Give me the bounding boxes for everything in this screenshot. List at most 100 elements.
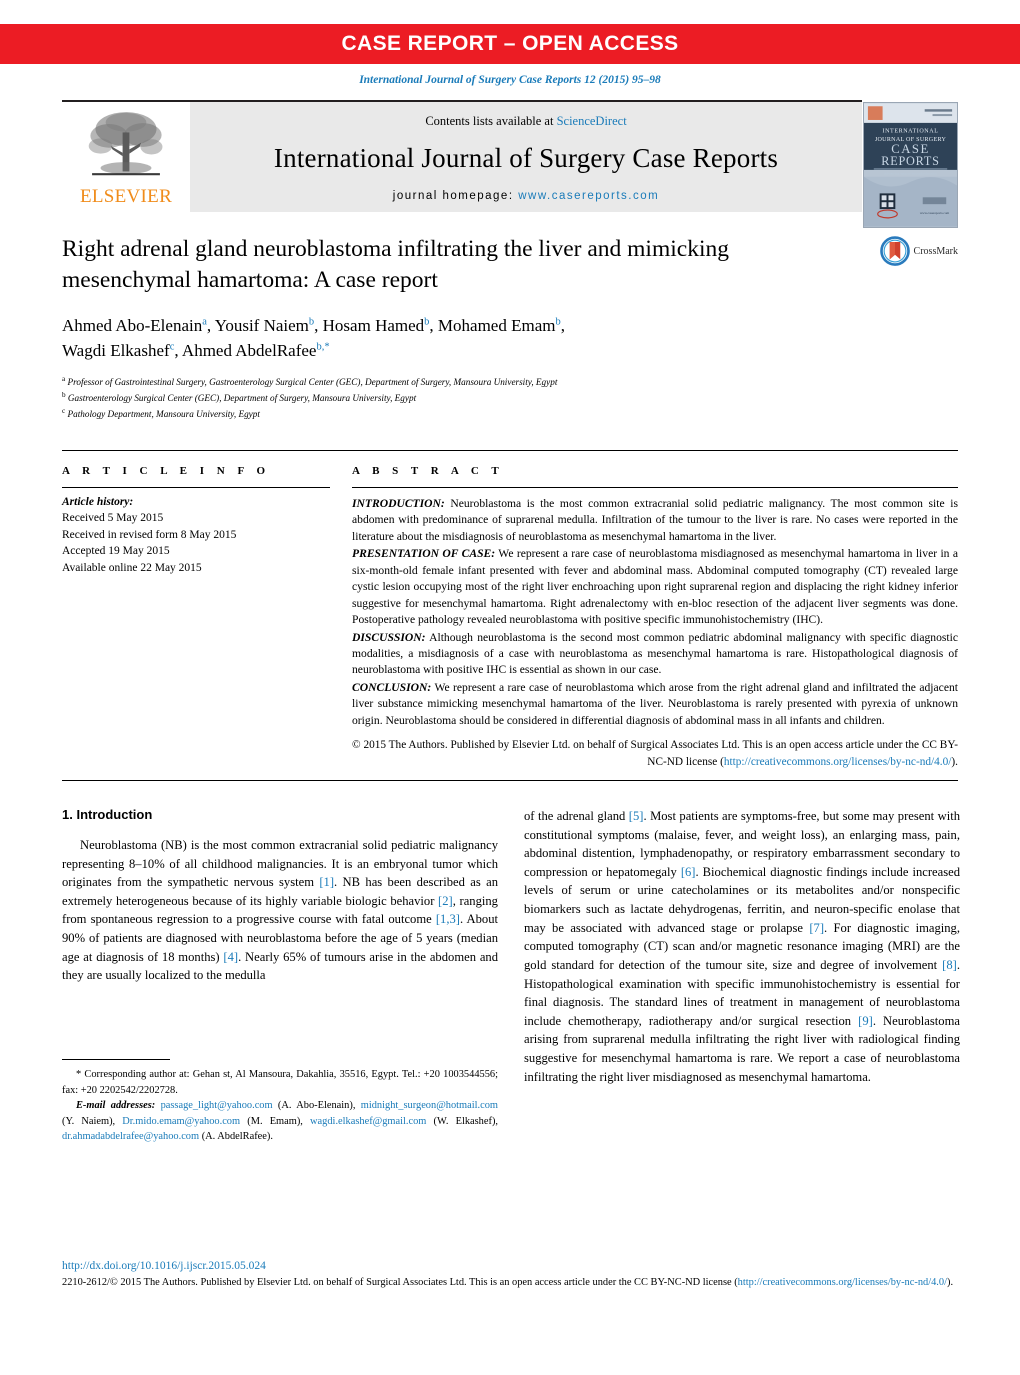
email-link[interactable]: dr.ahmadabdelrafee@yahoo.com — [62, 1131, 199, 1142]
author-name: Ahmed AbdelRafee — [181, 341, 317, 361]
abstract-paragraph-text: Although neuroblastoma is the second mos… — [352, 630, 958, 677]
introduction-paragraph-right: of the adrenal gland [5]. Most patients … — [524, 807, 960, 1086]
citation-link[interactable]: [7] — [809, 921, 824, 935]
abstract-paragraph: DISCUSSION: Although neuroblastoma is th… — [352, 630, 958, 679]
doi-link[interactable]: http://dx.doi.org/10.1016/j.ijscr.2015.0… — [62, 1260, 958, 1272]
author-name: Ahmed Abo-Elenain — [62, 315, 203, 335]
homepage-url-link[interactable]: www.casereports.com — [518, 190, 659, 202]
article-history-item: Available online 22 May 2015 — [62, 561, 202, 574]
author-affiliation-mark: b — [424, 316, 430, 328]
contents-prefix: Contents lists available at — [425, 114, 557, 128]
author-affiliation-mark: b — [555, 316, 561, 328]
affiliation-item: b Gastroenterology Surgical Center (GEC)… — [62, 390, 958, 406]
affiliation-text: Professor of Gastrointestinal Surgery, G… — [65, 377, 558, 388]
article-history-item: Accepted 19 May 2015 — [62, 545, 170, 558]
journal-homepage-line: journal homepage: www.casereports.com — [393, 190, 659, 202]
journal-info-box: Contents lists available at ScienceDirec… — [190, 102, 862, 212]
crossmark-icon — [879, 236, 910, 266]
citation-link[interactable]: [5] — [629, 809, 644, 823]
introduction-paragraph-left: Neuroblastoma (NB) is the most common ex… — [62, 836, 498, 985]
email-addresses-note: E-mail addresses: passage_light@yahoo.co… — [62, 1098, 498, 1145]
abstract-paragraph: CONCLUSION: We represent a rare case of … — [352, 680, 958, 729]
elsevier-tree-icon — [88, 112, 163, 176]
abstract-paragraph-text: We represent a rare case of neuroblastom… — [352, 680, 958, 727]
affiliation-item: c Pathology Department, Mansoura Univers… — [62, 406, 958, 422]
article-body: 1. Introduction Neuroblastoma (NB) is th… — [62, 806, 960, 1142]
footer-license-link[interactable]: http://creativecommons.org/licenses/by-n… — [738, 1277, 947, 1288]
citation-link[interactable]: [2] — [438, 894, 453, 908]
introduction-heading: 1. Introduction — [62, 806, 153, 822]
affiliation-text: Gastroenterology Surgical Center (GEC), … — [65, 393, 417, 403]
journal-title: International Journal of Surgery Case Re… — [273, 143, 779, 173]
citation-link[interactable]: [4] — [223, 950, 238, 964]
open-access-banner: CASE REPORT – OPEN ACCESS — [0, 24, 1020, 64]
email-owner: (A. Abo-Elenain), — [272, 1100, 361, 1112]
svg-text:Advancing surgery through educ: Advancing surgery through education — [884, 171, 937, 175]
abstract-bottom-rule — [62, 779, 958, 781]
abstract-paragraph-lead: INTRODUCTION: — [352, 496, 445, 510]
article-header: Right adrenal gland neuroblastoma infilt… — [62, 234, 958, 422]
crossmark-badge[interactable]: CrossMark — [879, 236, 958, 266]
affiliation-item: a Professor of Gastrointestinal Surgery,… — [62, 374, 958, 390]
masthead: ELSEVIER Contents lists available at Sci… — [62, 100, 958, 228]
citation-link[interactable]: [9] — [858, 1014, 873, 1028]
citation-link[interactable]: [8] — [942, 958, 957, 972]
affiliation-text: Pathology Department, Mansoura Universit… — [65, 408, 260, 419]
abstract-paragraph: PRESENTATION OF CASE: We represent a rar… — [352, 546, 958, 628]
citation-link[interactable]: [1,3] — [436, 912, 460, 926]
article-history-lines: Received 5 May 2015 Received in revised f… — [62, 510, 330, 577]
citation-link[interactable]: [6] — [681, 865, 696, 879]
elsevier-logo: ELSEVIER — [62, 102, 190, 212]
journal-cover-thumbnail: INTERNATIONAL JOURNAL OF SURGERY CASE RE… — [863, 102, 958, 228]
footer-copyright-suffix: ). — [946, 1277, 954, 1288]
page-title: Right adrenal gland neuroblastoma infilt… — [62, 236, 729, 294]
abstract-paragraph-lead: PRESENTATION OF CASE: — [352, 547, 496, 561]
abstract-copyright: © 2015 The Authors. Published by Elsevie… — [352, 737, 958, 770]
abstract-body: INTRODUCTION: Neuroblastoma is the most … — [352, 496, 958, 729]
email-link[interactable]: midnight_surgeon@hotmail.com — [361, 1100, 498, 1111]
email-owner: (W. Elkashef), — [426, 1115, 499, 1127]
abstract-column: A B S T R A C T INTRODUCTION: Neuroblast… — [352, 465, 958, 770]
affiliation-list: a Professor of Gastrointestinal Surgery,… — [62, 374, 958, 422]
author-affiliation-mark: b,* — [316, 341, 330, 353]
article-history-item: Received in revised form 8 May 2015 — [62, 528, 237, 541]
abstract-paragraph-lead: CONCLUSION: — [352, 680, 432, 694]
author-list: Ahmed Abo-Elenaina, Yousif Naiemb, Hosam… — [62, 315, 565, 361]
article-info-rule — [62, 486, 330, 488]
page-footer: http://dx.doi.org/10.1016/j.ijscr.2015.0… — [62, 1260, 958, 1291]
sciencedirect-link[interactable]: ScienceDirect — [557, 114, 627, 128]
journal-cover-image: INTERNATIONAL JOURNAL OF SURGERY CASE RE… — [864, 103, 957, 227]
article-info-column: A R T I C L E I N F O Article history: R… — [62, 465, 330, 770]
footnote-block: * Corresponding author at: Gehan st, Al … — [62, 1058, 498, 1145]
article-info-heading: A R T I C L E I N F O — [62, 464, 271, 477]
footnote-rule — [62, 1058, 170, 1060]
email-link[interactable]: passage_light@yahoo.com — [161, 1100, 273, 1111]
svg-text:INTERNATIONAL: INTERNATIONAL — [882, 129, 938, 135]
body-column-left: 1. Introduction Neuroblastoma (NB) is th… — [62, 806, 498, 1142]
citation-link[interactable]: [1] — [319, 875, 334, 889]
abstract-copyright-suffix: ). — [951, 755, 958, 768]
abstract-license-link[interactable]: http://creativecommons.org/licenses/by-n… — [724, 756, 952, 768]
email-owner: (Y. Naiem), — [62, 1115, 123, 1127]
author-name: Hosam Hamed — [322, 315, 425, 335]
corresponding-author-note: * Corresponding author at: Gehan st, Al … — [62, 1068, 498, 1096]
author-name: Wagdi Elkashef — [62, 341, 170, 361]
body-column-right: of the adrenal gland [5]. Most patients … — [524, 807, 960, 1086]
email-link[interactable]: wagdi.elkashef@gmail.com — [310, 1116, 426, 1127]
email-link[interactable]: Dr.mido.emam@yahoo.com — [122, 1116, 240, 1127]
author-affiliation-mark: c — [169, 341, 175, 353]
abstract-paragraph-lead: DISCUSSION: — [352, 630, 426, 644]
article-history-title: Article history: — [62, 495, 134, 508]
email-owner: (M. Emam), — [240, 1115, 311, 1127]
email-owner: (A. AbdelRafee). — [199, 1131, 273, 1143]
abstract-heading: A B S T R A C T — [352, 464, 504, 477]
svg-text:www.casereports.com: www.casereports.com — [920, 211, 950, 215]
footer-copyright: 2210-2612/© 2015 The Authors. Published … — [62, 1275, 958, 1291]
author-name: Yousif Naiem — [214, 315, 309, 335]
homepage-prefix: journal homepage: — [392, 190, 519, 202]
author-affiliation-mark: b — [308, 316, 315, 328]
article-history-item: Received 5 May 2015 — [62, 511, 164, 524]
footer-copyright-prefix: 2210-2612/© 2015 The Authors. Published … — [62, 1277, 738, 1288]
banner-text: CASE REPORT – OPEN ACCESS — [341, 32, 679, 55]
info-abstract-section: A R T I C L E I N F O Article history: R… — [62, 449, 958, 770]
